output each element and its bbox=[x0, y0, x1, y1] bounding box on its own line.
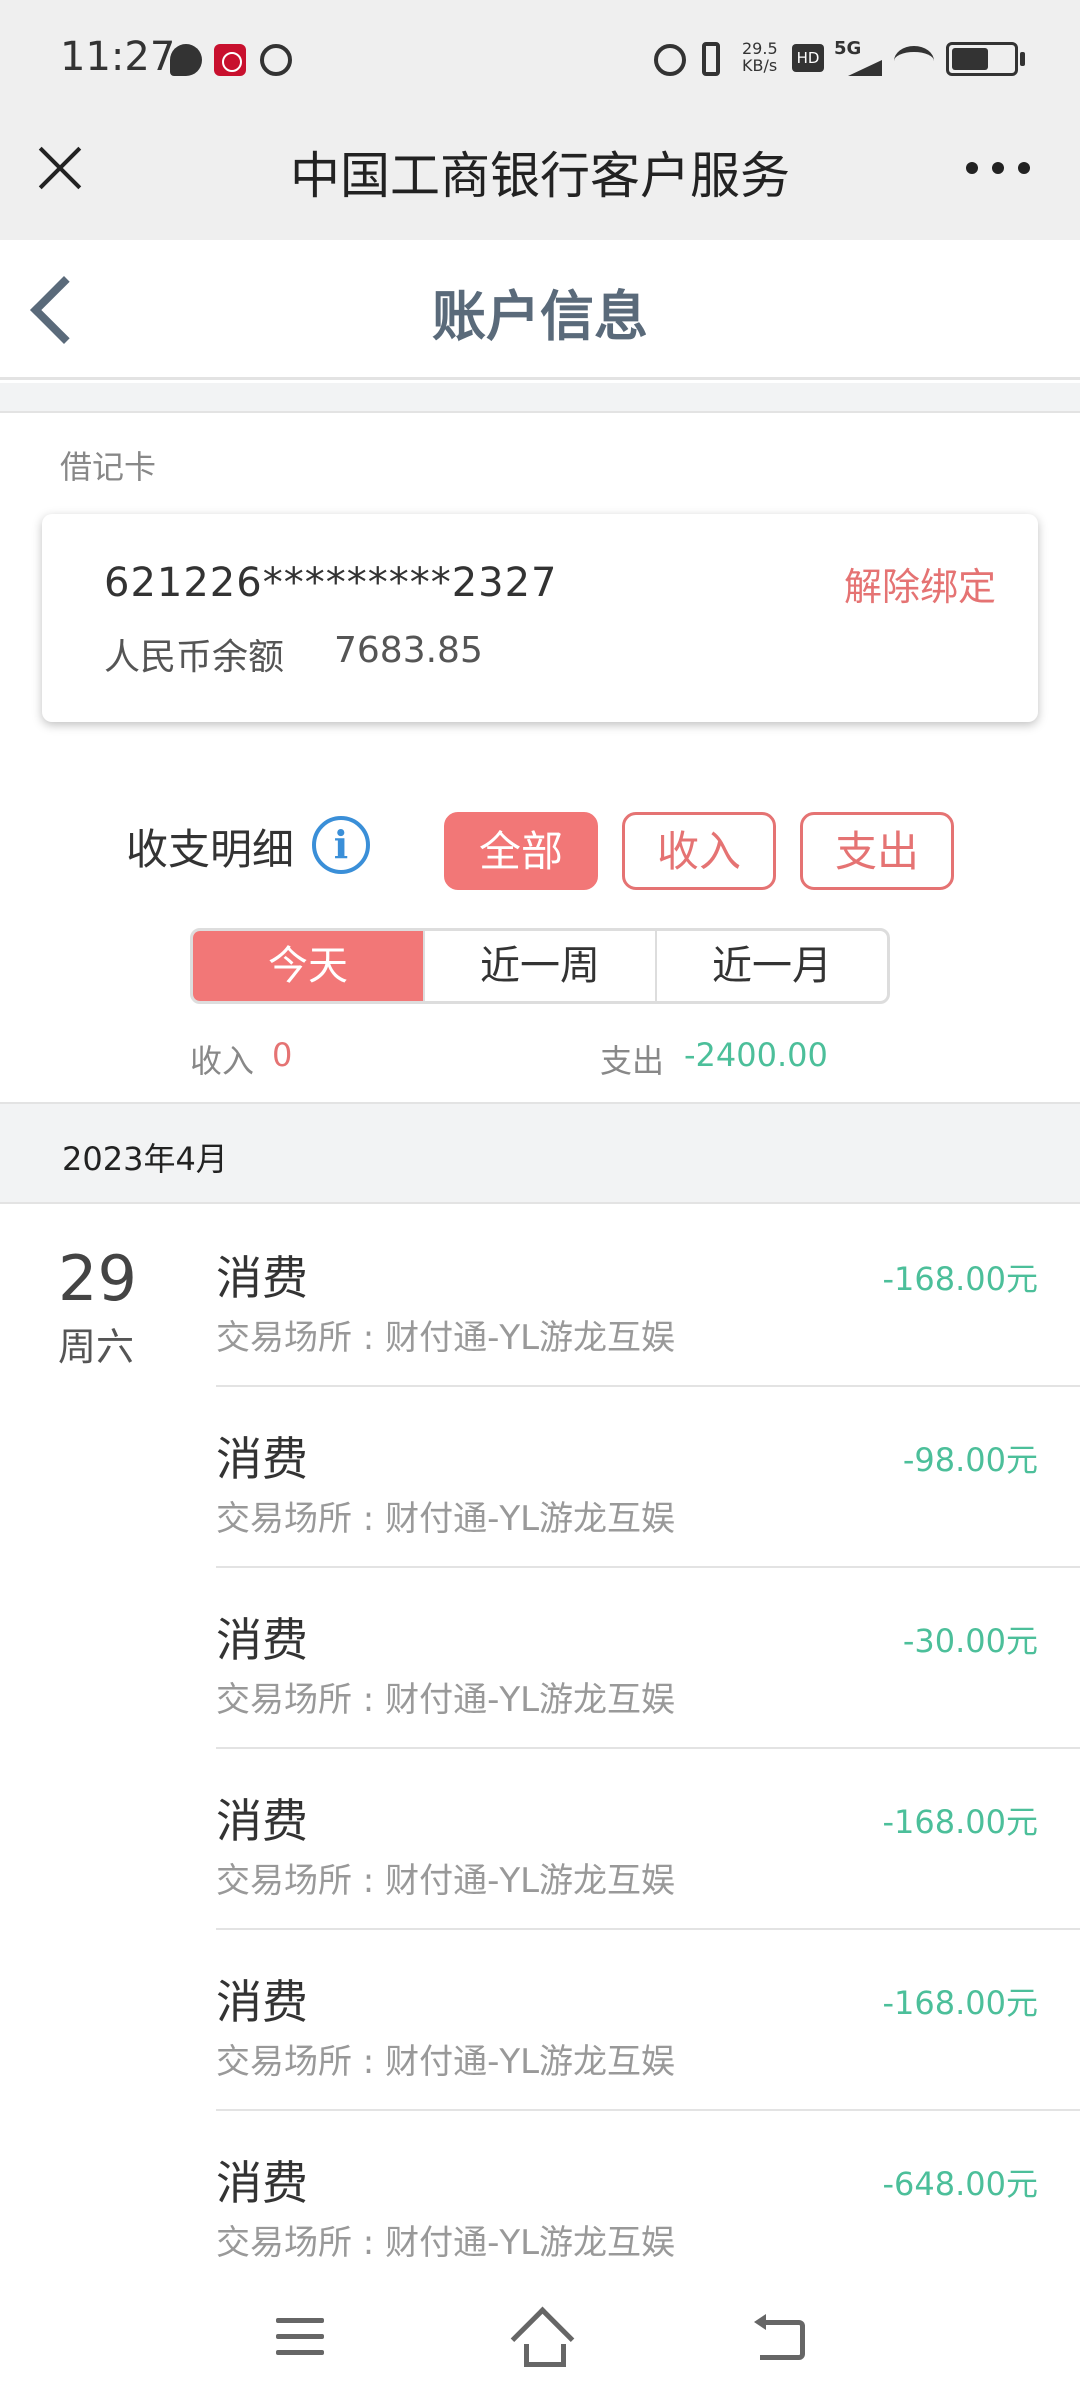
hd-badge: HD bbox=[792, 44, 824, 72]
wifi-icon bbox=[894, 46, 934, 76]
transaction-amount: -168.00元 bbox=[882, 1803, 1038, 1841]
battery-tip bbox=[1020, 52, 1025, 66]
transaction-title: 消费 bbox=[216, 1794, 308, 1848]
nav-back-icon[interactable] bbox=[754, 2314, 805, 2360]
info-icon[interactable]: i bbox=[312, 816, 370, 874]
income-value: 0 bbox=[272, 1036, 293, 1074]
transaction-title: 消费 bbox=[216, 2156, 308, 2210]
balance-label: 人民币余额 bbox=[104, 637, 285, 678]
transaction-row[interactable]: 消费 交易场所 : 财付通-YL游龙互娱 -168.00元 bbox=[216, 1206, 1080, 1387]
transaction-amount: -98.00元 bbox=[902, 1441, 1038, 1479]
message-icon bbox=[170, 44, 202, 76]
transaction-row[interactable]: 消费 交易场所 : 财付通-YL游龙互娱 -648.00元 bbox=[216, 2111, 1080, 2280]
alarm-icon bbox=[654, 44, 686, 76]
battery-icon bbox=[946, 42, 1018, 76]
expense-label: 支出 bbox=[600, 1042, 665, 1080]
transaction-place: 交易场所 : 财付通-YL游龙互娱 bbox=[216, 2042, 676, 2082]
filter-expense-button[interactable]: 支出 bbox=[800, 812, 954, 890]
transaction-place: 交易场所 : 财付通-YL游龙互娱 bbox=[216, 1499, 676, 1539]
transaction-title: 消费 bbox=[216, 1975, 308, 2029]
filter-all-button[interactable]: 全部 bbox=[444, 812, 598, 890]
transaction-title: 消费 bbox=[216, 1432, 308, 1486]
signal-icon bbox=[848, 58, 882, 76]
signal-label: 5G bbox=[834, 38, 862, 59]
transaction-amount: -168.00元 bbox=[882, 1984, 1038, 2022]
account-card bbox=[42, 514, 1038, 722]
transaction-row[interactable]: 消费 交易场所 : 财付通-YL游龙互娱 -30.00元 bbox=[216, 1568, 1080, 1749]
transaction-row[interactable]: 消费 交易场所 : 财付通-YL游龙互娱 -98.00元 bbox=[216, 1387, 1080, 1568]
day-number: 29 bbox=[58, 1242, 137, 1315]
period-today-tab[interactable]: 今天 bbox=[193, 931, 425, 1001]
more-icon[interactable] bbox=[966, 162, 1030, 174]
period-selector: 今天 近一周 近一月 bbox=[190, 928, 890, 1004]
transaction-row[interactable]: 消费 交易场所 : 财付通-YL游龙互娱 -168.00元 bbox=[216, 1930, 1080, 2111]
transaction-title: 消费 bbox=[216, 1251, 308, 1305]
page-title: 账户信息 bbox=[432, 285, 648, 348]
home-icon[interactable] bbox=[510, 2308, 570, 2367]
bank-app-icon bbox=[214, 44, 246, 76]
unbind-button[interactable]: 解除绑定 bbox=[844, 556, 996, 611]
status-circle-icon bbox=[260, 44, 292, 76]
transaction-amount: -648.00元 bbox=[882, 2165, 1038, 2203]
transaction-amount: -168.00元 bbox=[882, 1260, 1038, 1298]
balance-value: 7683.85 bbox=[334, 630, 483, 671]
status-time: 11:27 bbox=[60, 34, 176, 80]
period-week-tab[interactable]: 近一周 bbox=[425, 931, 657, 1001]
window-title: 中国工商银行客户服务 bbox=[290, 147, 790, 205]
month-label: 2023年4月 bbox=[62, 1140, 228, 1178]
vibrate-icon bbox=[702, 42, 720, 76]
net-speed: 29.5 KB/s bbox=[742, 39, 778, 75]
period-month-tab[interactable]: 近一月 bbox=[657, 931, 887, 1001]
details-label: 收支明细 bbox=[126, 825, 295, 874]
card-type-label: 借记卡 bbox=[60, 448, 157, 486]
day-weekday: 周六 bbox=[58, 1325, 135, 1369]
card-number: 621226*********2327 bbox=[104, 560, 558, 606]
transaction-place: 交易场所 : 财付通-YL游龙互娱 bbox=[216, 2223, 676, 2263]
transaction-place: 交易场所 : 财付通-YL游龙互娱 bbox=[216, 1861, 676, 1901]
transaction-place: 交易场所 : 财付通-YL游龙互娱 bbox=[216, 1318, 676, 1358]
filter-income-button[interactable]: 收入 bbox=[622, 812, 776, 890]
transaction-amount: -30.00元 bbox=[902, 1622, 1038, 1660]
expense-value: -2400.00 bbox=[684, 1036, 828, 1074]
section-divider bbox=[0, 383, 1080, 413]
transaction-title: 消费 bbox=[216, 1613, 308, 1667]
transaction-place: 交易场所 : 财付通-YL游龙互娱 bbox=[216, 1680, 676, 1720]
income-label: 收入 bbox=[190, 1042, 255, 1080]
menu-icon[interactable] bbox=[276, 2318, 324, 2358]
transaction-row[interactable]: 消费 交易场所 : 财付通-YL游龙互娱 -168.00元 bbox=[216, 1749, 1080, 1930]
